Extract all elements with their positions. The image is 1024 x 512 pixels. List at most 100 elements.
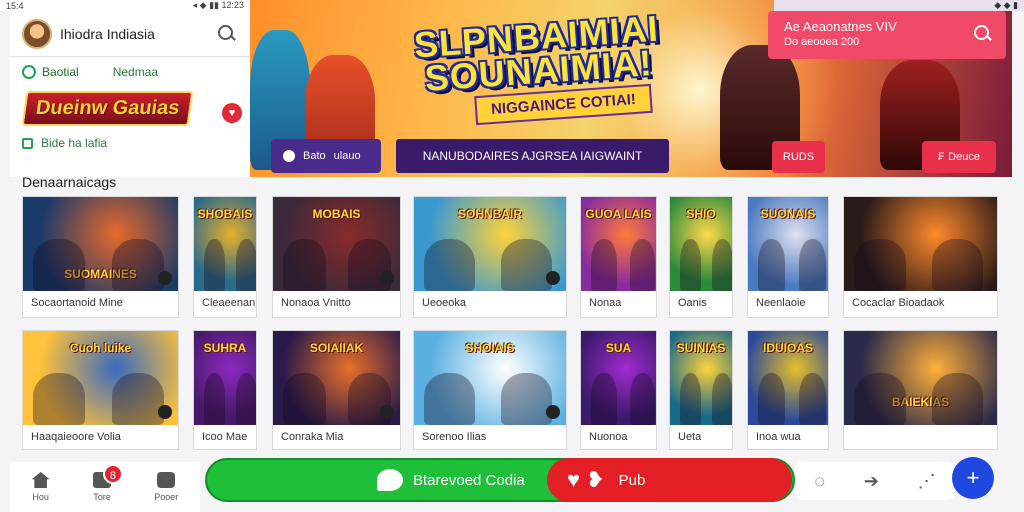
character-figure (629, 373, 656, 425)
more-icon[interactable] (546, 405, 560, 419)
hero-tag-secondary: ulauo (333, 150, 361, 162)
more-icon[interactable] (380, 271, 394, 285)
avatar[interactable] (22, 18, 52, 49)
hero-deuce-button[interactable]: ₣ Deuce (922, 141, 996, 173)
forward-icon[interactable]: ➔ (864, 471, 879, 492)
more-icon[interactable] (380, 405, 394, 419)
game-title: Nuonoa (589, 431, 628, 443)
chat-icon (377, 469, 403, 491)
game-thumbnail[interactable]: SUA (581, 331, 656, 425)
game-card[interactable]: MOBAIS Nonaoa Vnitto (272, 196, 401, 318)
game-card[interactable]: SHOIAIS Sorenoo Ilias (413, 330, 567, 450)
game-thumbnail[interactable]: SUOMAINES (23, 197, 178, 291)
game-card[interactable]: BAIEKIAS (843, 330, 998, 450)
filter-secondary-label[interactable]: Nedmaa (113, 65, 158, 79)
dots-icon[interactable]: ⋰ (918, 471, 936, 492)
game-thumbnail[interactable]: SHOBAIS (194, 197, 256, 291)
hero-title: SLPNBAIMIAI SOUNAIMIA! (413, 8, 662, 99)
promo-line1: Ae Aeaonatnes VIV (784, 19, 897, 34)
game-thumbnail[interactable]: MOBAIS (273, 197, 400, 291)
game-thumbnail[interactable]: SOHNBAIR (414, 197, 566, 291)
game-card[interactable]: GUOA LAIS Nonaa (580, 196, 657, 318)
game-thumbnail-title: SUA (605, 341, 632, 355)
game-thumbnail[interactable]: BAIEKIAS (844, 331, 997, 425)
nav-tv[interactable]: 8 Tore (92, 464, 123, 502)
promo-search-panel[interactable]: Ae Aeaonatnes VIV Do aeooea 200 (768, 11, 1006, 59)
circle-icon[interactable]: ◌ (814, 471, 825, 492)
brand-logo[interactable]: Dueinw Gauias (21, 91, 194, 126)
game-title: Cocaclar Bioadaok (852, 297, 945, 309)
character-figure (758, 239, 786, 291)
hero-tag[interactable]: Bato ulauo (271, 139, 381, 173)
nav-home-label: Hou (32, 492, 49, 502)
hero-tag-label: Bato (303, 150, 326, 162)
game-thumbnail-title: Cuoh luike (69, 341, 132, 355)
character-figure (501, 239, 553, 291)
game-thumbnail-title: GUOA LAIS (585, 207, 652, 221)
game-title: Nonaa (589, 297, 622, 309)
game-card[interactable]: SOHNBAIR Ueoeoka (413, 196, 567, 318)
game-title: Neenlaoie (756, 297, 806, 309)
game-thumbnail[interactable] (844, 197, 997, 291)
game-card[interactable]: SUHRA Icoo Mae (193, 330, 257, 450)
game-thumbnail[interactable]: SHIO (670, 197, 732, 291)
hero-deuce-label: Deuce (948, 151, 980, 163)
character-figure (283, 239, 326, 291)
nav-camera[interactable]: Pooer (154, 472, 178, 502)
game-thumbnail[interactable]: SHOIAIS (414, 331, 566, 425)
game-thumbnail[interactable]: SUHRA (194, 331, 256, 425)
game-card[interactable]: SUONAIS Neenlaoie (747, 196, 829, 318)
game-thumbnail[interactable]: SUINIAS (670, 331, 732, 425)
checkbox-row[interactable]: Bide ha lafia (10, 126, 250, 150)
game-card[interactable]: IDUIOAS Inoa wua (747, 330, 829, 450)
character-figure (712, 373, 732, 425)
checkbox-icon[interactable] (22, 137, 33, 149)
character-figure (854, 373, 906, 425)
game-title: Oanis (678, 297, 707, 309)
game-thumbnail-title: SOIAIIAK (309, 341, 364, 355)
game-card[interactable]: SUA Nuonoa (580, 330, 657, 450)
play-icon (283, 150, 295, 162)
hero-info-banner[interactable]: NANUBODAIRES AJGRSEA IAIGWAINT (396, 139, 669, 173)
search-icon[interactable] (216, 23, 238, 45)
character-figure (591, 239, 617, 291)
game-thumbnail[interactable]: SUONAIS (748, 197, 828, 291)
game-card[interactable]: SUOMAINES Socaortanoid Mine (22, 196, 179, 318)
character-figure (680, 373, 702, 425)
favorite-button[interactable]: ♥ (222, 103, 242, 123)
game-thumbnail-title: SUINIAS (676, 341, 726, 355)
character-figure (591, 373, 617, 425)
cta-red-button[interactable]: ♥ ❥ Pub (547, 458, 792, 502)
more-icon[interactable] (158, 405, 172, 419)
search-icon[interactable] (972, 23, 994, 45)
add-fab-button[interactable]: + (952, 457, 994, 499)
character-figure (680, 239, 702, 291)
character-figure (111, 373, 164, 425)
more-icon[interactable] (158, 271, 172, 285)
filter-row[interactable]: Baotial Nedmaa (10, 57, 250, 79)
more-icon[interactable] (546, 271, 560, 285)
game-title (844, 425, 997, 437)
game-thumbnail[interactable]: GUOA LAIS (581, 197, 656, 291)
character-figure (799, 373, 827, 425)
tool-bar: ◌ ➔ ⋰ (795, 462, 955, 500)
game-card[interactable]: SHOBAIS Cleaeenan (193, 196, 257, 318)
game-thumbnail[interactable]: SOIAIIAK (273, 331, 400, 425)
game-thumbnail-title: SHOIAIS (465, 341, 515, 355)
game-title: Ueta (678, 431, 702, 443)
nav-home[interactable]: Hou (31, 472, 50, 502)
tag-icon: ₣ (938, 151, 945, 163)
character-figure (712, 239, 732, 291)
game-thumbnail[interactable]: IDUIOAS (748, 331, 828, 425)
left-panel: Ihiodra Indiasia Baotial Nedmaa Dueinw G… (10, 11, 250, 177)
character-figure (236, 373, 256, 425)
game-card[interactable]: Cuoh luike Haaqaieoore Volia (22, 330, 179, 450)
character-figure (501, 373, 553, 425)
game-card[interactable]: Cocaclar Bioadaok (843, 196, 998, 318)
cta-green-button[interactable]: Btarevoed Codia (377, 460, 525, 500)
game-card[interactable]: SOIAIIAK Conraka Mia (272, 330, 401, 450)
game-thumbnail[interactable]: Cuoh luike (23, 331, 178, 425)
game-card[interactable]: SHIO Oanis (669, 196, 733, 318)
game-card[interactable]: SUINIAS Ueta (669, 330, 733, 450)
hero-action-button[interactable]: RUDS (772, 141, 825, 173)
